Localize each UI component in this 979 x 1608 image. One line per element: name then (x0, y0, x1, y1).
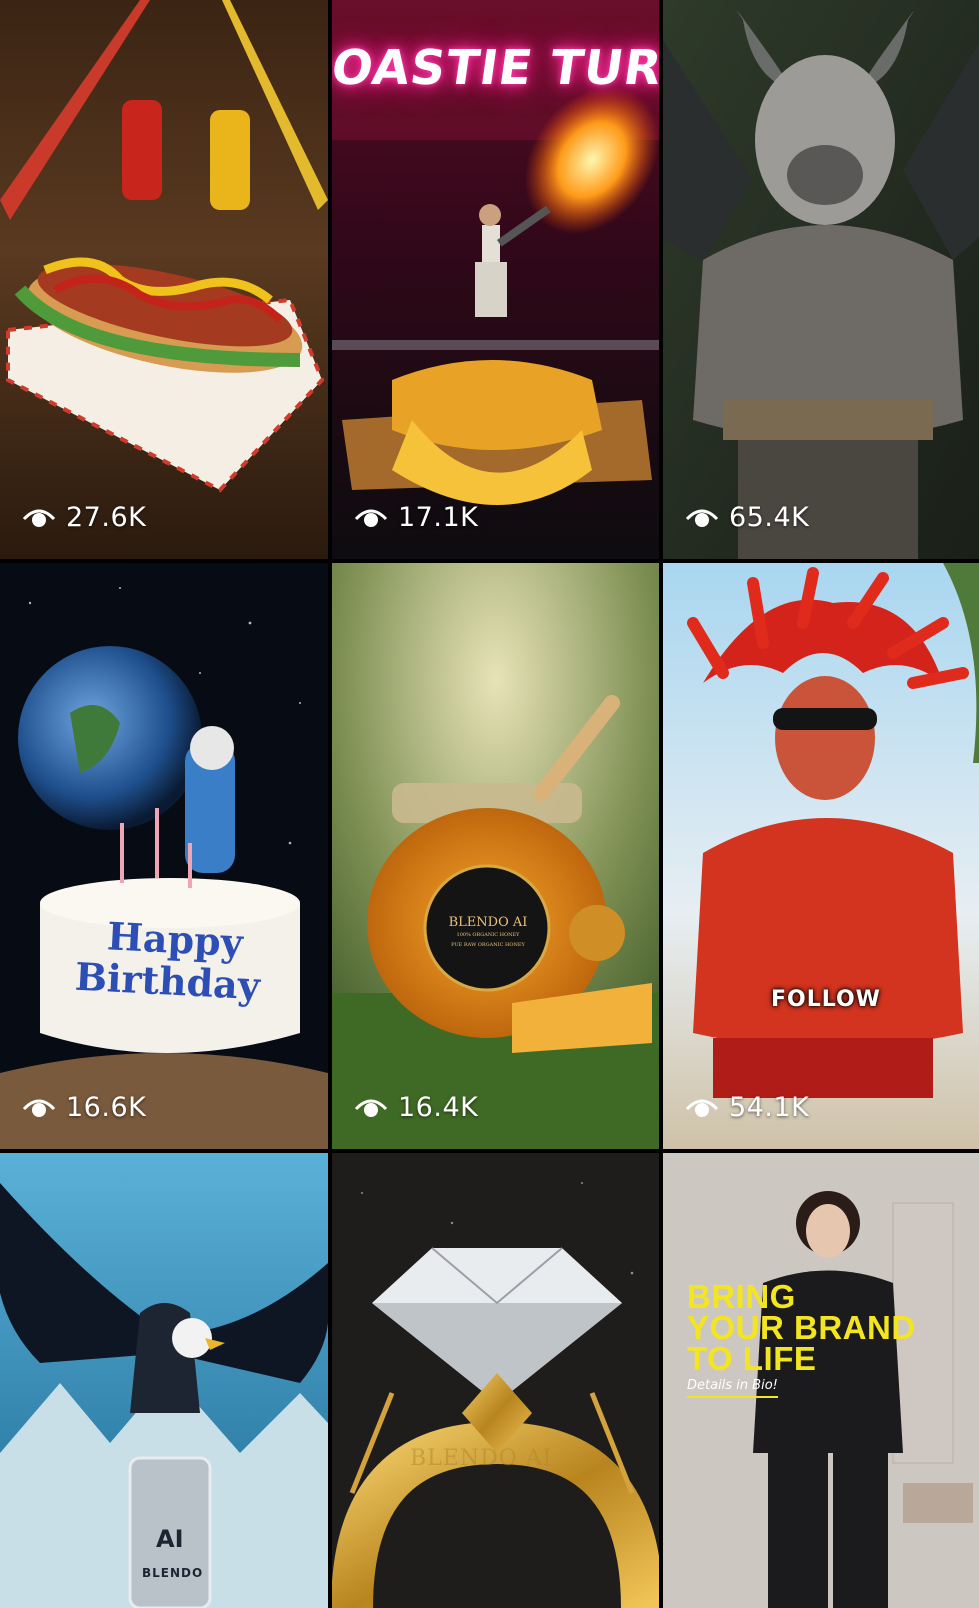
jar-brand: BLENDO AI (448, 915, 528, 930)
brand-headline: BRING YOUR BRAND TO LIFE (687, 1278, 916, 1377)
brand-subtext: Details in Bio! (687, 1378, 778, 1398)
eye-icon (685, 509, 719, 527)
reel-tile-chili[interactable]: FOLLOW 54.1K (663, 563, 979, 1149)
brand-headline-line-1: BRING (687, 1278, 796, 1315)
minotaur-thumbnail (663, 0, 979, 559)
reel-tile-hotdog[interactable]: 27.6K (0, 0, 328, 559)
view-count: 65.4K (685, 502, 809, 533)
neon-sign-text: OASTIE TURNDUP (332, 40, 659, 96)
view-count-value: 27.6K (66, 502, 147, 533)
view-count-value: 17.1K (398, 502, 479, 533)
view-count-value: 65.4K (729, 502, 810, 533)
view-count: 17.1K (354, 502, 478, 533)
view-count-value: 16.6K (66, 1092, 147, 1123)
honey-thumbnail (332, 563, 659, 1149)
view-count-value: 16.4K (398, 1092, 479, 1123)
birthday-thumbnail (0, 563, 328, 1149)
ring-engraving: BLENDO AI (410, 1446, 553, 1471)
eye-icon (685, 1099, 719, 1117)
reel-tile-toastie[interactable]: OASTIE TURNDUP 17.1K (332, 0, 659, 559)
eye-icon (22, 509, 56, 527)
chili-man-thumbnail (663, 563, 979, 1149)
reels-grid: 27.6K OASTIE TURNDUP 17.1K 65.4K Happy B… (0, 0, 979, 1608)
reel-tile-birthday[interactable]: Happy Birthday 16.6K (0, 563, 328, 1149)
can-label: BLENDO (142, 1566, 204, 1580)
jar-line: PUE RAW ORGANIC HONEY (451, 942, 525, 948)
eye-icon (22, 1099, 56, 1117)
reel-tile-minotaur[interactable]: 65.4K (663, 0, 979, 559)
can-logo: AI (156, 1525, 184, 1553)
jar-sub: 100% ORGANIC HONEY (456, 932, 520, 938)
view-count-value: 54.1K (729, 1092, 810, 1123)
follow-overlay-text: FOLLOW (771, 987, 881, 1012)
cake-line-2: Birthday (73, 953, 262, 1009)
view-count: 54.1K (685, 1092, 809, 1123)
jar-label: BLENDO AI 100% ORGANIC HONEY PUE RAW ORG… (429, 915, 547, 948)
brand-headline-line-2: YOUR BRAND (687, 1309, 916, 1346)
hotdog-thumbnail (0, 0, 328, 559)
reel-tile-ring[interactable]: BLENDO AI (332, 1153, 659, 1608)
reel-tile-honey[interactable]: BLENDO AI 100% ORGANIC HONEY PUE RAW ORG… (332, 563, 659, 1149)
reel-tile-brand[interactable]: BRING YOUR BRAND TO LIFE Details in Bio! (663, 1153, 979, 1608)
view-count: 16.6K (22, 1092, 146, 1123)
view-count: 27.6K (22, 502, 146, 533)
reel-tile-eagle[interactable]: AI BLENDO (0, 1153, 328, 1608)
cake-text: Happy Birthday (74, 913, 263, 1008)
diamond-ring-thumbnail (332, 1153, 659, 1608)
brand-headline-line-3: TO LIFE (687, 1340, 817, 1377)
eye-icon (354, 1099, 388, 1117)
eye-icon (354, 509, 388, 527)
view-count: 16.4K (354, 1092, 478, 1123)
